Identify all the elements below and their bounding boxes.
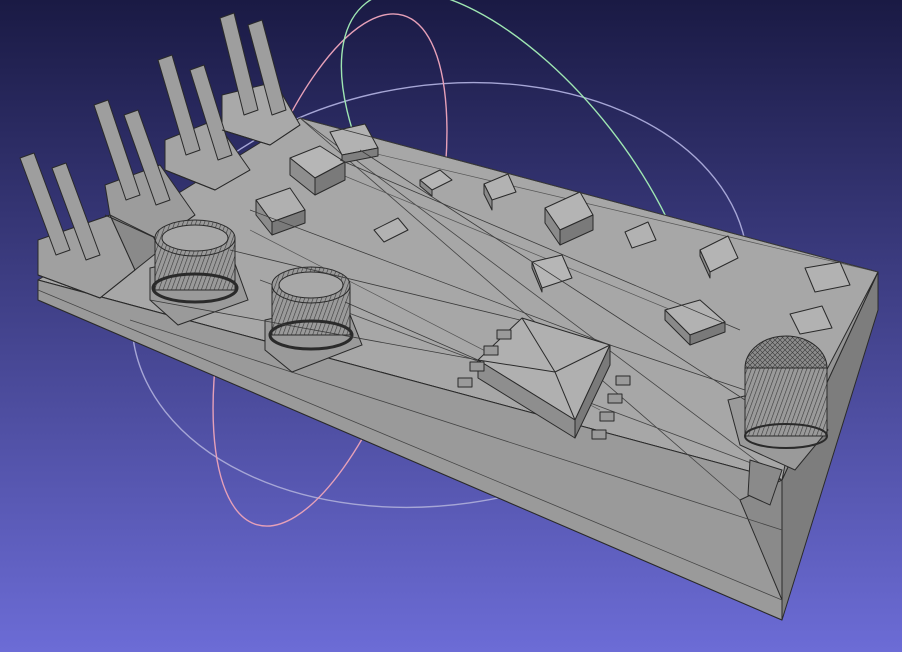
3d-viewport[interactable] [0, 0, 902, 652]
mesh-scene[interactable] [0, 0, 902, 652]
